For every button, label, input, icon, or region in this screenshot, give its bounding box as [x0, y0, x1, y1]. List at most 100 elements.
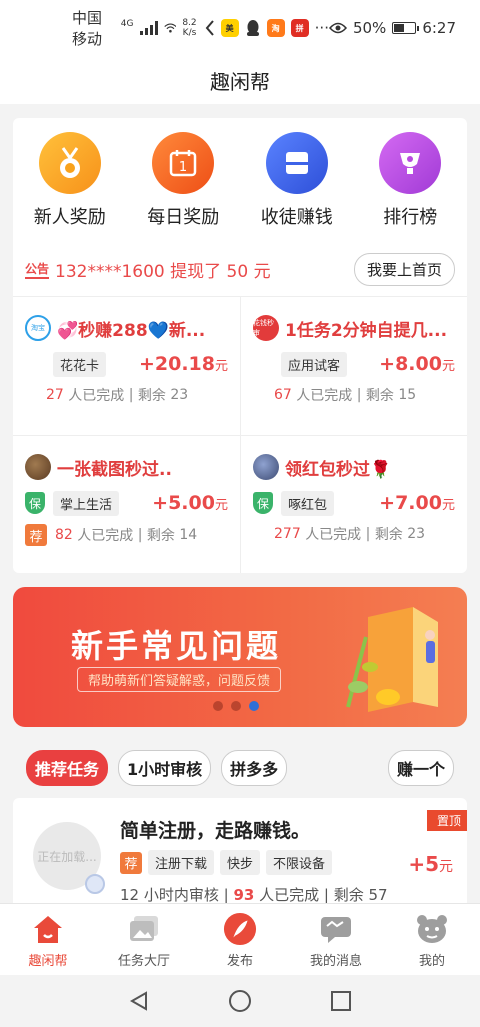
task-stats: 67 人已完成 | 剩余 15 — [274, 387, 417, 404]
signal-icon — [139, 21, 158, 35]
reward-amount: +7.00 — [379, 492, 442, 514]
tab-earn-one[interactable]: 赚一个 — [387, 750, 454, 786]
quick-action-invite-earn[interactable]: 收徒赚钱 — [242, 132, 352, 229]
task-card[interactable]: 花钱秒审 1任务2分钟自提几... 应用试客 +8.00元 67 人已完成 | … — [240, 297, 467, 435]
task-avatar: 淘宝 — [25, 315, 51, 341]
task-card[interactable]: 一张截图秒过.. 保 掌上生活 +5.00元 荐 82 人已完成 | 剩余 14 — [13, 435, 240, 573]
reward-amount: +5 — [408, 852, 439, 876]
announcement-bar: 公告 132****1600 提现了 50 元 我要上首页 — [25, 252, 455, 286]
chevron-left-icon — [205, 20, 214, 36]
announcement-text: 132****1600 提现了 50 元 — [55, 261, 271, 282]
quick-action-label: 新人奖励 — [33, 207, 106, 228]
nav-label: 我的 — [418, 954, 445, 969]
reward-unit: 元 — [214, 359, 228, 374]
remaining-label: 剩余 — [146, 528, 175, 544]
quick-actions: 新人奖励 1 每日奖励 收徒赚钱 排行榜 — [13, 118, 467, 229]
nav-label: 趣闲帮 — [28, 954, 68, 969]
task-grid: 淘宝 💞秒赚288💙新... 花花卡 +20.18元 27 人已完成 | 剩余 … — [13, 296, 467, 573]
recommended-badge: 荐 — [120, 851, 142, 874]
system-nav-bar — [0, 975, 480, 1027]
feather-icon — [223, 912, 257, 946]
featured-task-stats: 12 小时内审核 | 93 人已完成 | 剩余 57 — [120, 886, 388, 904]
nav-messages[interactable]: 我的消息 — [288, 904, 384, 975]
quick-action-new-user-reward[interactable]: 新人奖励 — [15, 132, 125, 229]
done-label: 人已完成 — [296, 388, 353, 404]
faq-banner[interactable]: 新手常见问题 帮助萌新们答疑解惑，问题反馈 — [13, 587, 467, 727]
reward-amount: +20.18 — [138, 353, 215, 375]
message-icon — [319, 912, 353, 946]
done-count: 27 — [46, 387, 64, 403]
done-label: 人已完成 — [305, 527, 362, 543]
svg-text:1: 1 — [179, 160, 187, 175]
task-card[interactable]: 领红包秒过🌹 保 啄红包 +7.00元 277 人已完成 | 剩余 23 — [240, 435, 467, 573]
task-tag: 花花卡 — [53, 351, 107, 377]
remaining-count: 14 — [179, 527, 198, 543]
nav-task-hall[interactable]: 任务大厅 — [96, 904, 192, 975]
back-icon[interactable] — [128, 990, 150, 1012]
tab-one-hour-review[interactable]: 1小时审核 — [118, 750, 212, 786]
qq-icon — [246, 20, 259, 36]
remaining-count: 23 — [407, 526, 426, 542]
announcement-icon: 公告 — [25, 260, 50, 279]
reward-amount: +5.00 — [152, 492, 215, 514]
nav-publish[interactable]: 发布 — [192, 904, 288, 975]
done-count: 82 — [55, 527, 73, 543]
quick-action-daily-reward[interactable]: 1 每日奖励 — [128, 132, 238, 229]
nav-profile[interactable]: 我的 — [384, 904, 480, 975]
reward-unit: 元 — [441, 498, 455, 513]
clock: 6:27 — [422, 19, 456, 37]
trophy-icon — [379, 132, 442, 194]
review-time: 12 小时内审核 — [120, 886, 219, 904]
home-circle-icon[interactable] — [228, 989, 252, 1013]
featured-task-reward: +5元 — [408, 852, 453, 876]
battery-percent: 50% — [352, 19, 387, 37]
task-tag: 注册下载 — [148, 850, 215, 875]
task-reward: +8.00元 — [379, 353, 455, 375]
tab-pinduoduo[interactable]: 拼多多 — [221, 750, 288, 786]
done-count: 277 — [274, 526, 301, 542]
carousel-dot[interactable] — [213, 701, 223, 711]
featured-task-card[interactable]: 正在加载... 简单注册，走路赚钱。 荐 注册下载 快步 不限设备 +5元 12… — [13, 798, 467, 908]
task-tag: 掌上生活 — [53, 490, 120, 516]
quick-action-label: 排行榜 — [383, 207, 438, 228]
battery-icon — [392, 22, 420, 34]
tab-recommended[interactable]: 推荐任务 — [26, 750, 109, 786]
nav-label: 任务大厅 — [117, 954, 170, 969]
recommended-badge: 荐 — [25, 524, 47, 546]
remaining-label: 剩余 — [365, 388, 394, 404]
speed-unit: K/s — [182, 28, 197, 38]
recents-icon[interactable] — [330, 990, 352, 1012]
task-reward: +7.00元 — [379, 492, 455, 514]
task-tag: 快步 — [220, 850, 261, 875]
reward-unit: 元 — [439, 859, 453, 875]
verified-badge: 保 — [253, 492, 273, 514]
bottom-nav: 趣闲帮 任务大厅 发布 我的消息 我的 — [0, 903, 480, 975]
carousel-dot[interactable] — [231, 701, 241, 711]
feature-me-button[interactable]: 我要上首页 — [353, 252, 455, 286]
task-avatar — [253, 454, 279, 480]
network-type: 4G — [120, 19, 134, 29]
quick-action-leaderboard[interactable]: 排行榜 — [355, 132, 465, 229]
nav-home[interactable]: 趣闲帮 — [0, 904, 96, 975]
task-title: 💞秒赚288💙新... — [57, 320, 206, 341]
remaining-count: 15 — [398, 387, 417, 403]
quick-action-label: 每日奖励 — [147, 207, 220, 228]
done-label: 人已完成 — [77, 528, 134, 544]
remaining-count: 23 — [170, 387, 189, 403]
carousel-dot[interactable] — [249, 701, 259, 711]
task-tag: 应用试客 — [281, 351, 348, 377]
task-card[interactable]: 淘宝 💞秒赚288💙新... 花花卡 +20.18元 27 人已完成 | 剩余 … — [13, 297, 240, 435]
calendar-icon: 1 — [152, 132, 215, 194]
verified-badge: 保 — [25, 492, 45, 514]
speed-value: 8.2 — [182, 18, 197, 28]
done-count: 67 — [274, 387, 292, 403]
pinduoduo-icon: 拼 — [290, 19, 309, 37]
header: 趣闲帮 — [0, 56, 480, 104]
nav-label: 我的消息 — [309, 954, 362, 969]
remaining-label: 剩余 — [137, 388, 166, 404]
quick-action-label: 收徒赚钱 — [260, 207, 333, 228]
banner-illustration — [346, 607, 438, 712]
task-reward: +20.18元 — [139, 353, 228, 375]
remaining-label: 剩余 — [374, 527, 403, 543]
task-stats: 荐 82 人已完成 | 剩余 14 — [25, 524, 228, 546]
